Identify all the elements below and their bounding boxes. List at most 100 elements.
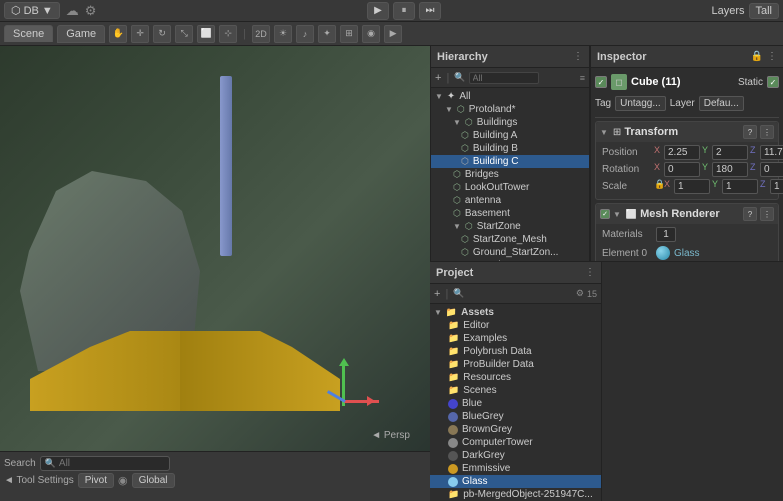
audio-toggle[interactable]: ♪ xyxy=(296,25,314,43)
obj-type-icon: ◻ xyxy=(611,74,627,90)
materials-count-input[interactable] xyxy=(656,227,676,242)
project-settings-icon[interactable]: ⚙ xyxy=(576,288,584,299)
project-toolbar: + | 🔍 ⚙ 15 xyxy=(430,284,601,304)
project-emmissive[interactable]: Emmissive xyxy=(430,462,601,475)
play-button[interactable]: ▶ xyxy=(367,2,389,20)
mesh-renderer-menu-btn[interactable]: ⋮ xyxy=(760,207,774,221)
pivot-dropdown[interactable]: Pivot xyxy=(78,473,114,488)
rotate-tool[interactable]: ↻ xyxy=(153,25,171,43)
tree-item-startzone[interactable]: ▼ ⬡ StartZone xyxy=(431,220,589,233)
rot-y-input[interactable] xyxy=(712,162,748,177)
project-browngrey[interactable]: BrownGrey xyxy=(430,423,601,436)
transform-header[interactable]: ▼ ⊞ Transform ? ⋮ xyxy=(596,122,778,142)
tab-game[interactable]: Game xyxy=(57,25,105,43)
tree-item-basement[interactable]: ⬡ Basement xyxy=(431,207,589,220)
project-assets-root[interactable]: ▼ 📁 Assets xyxy=(430,306,601,319)
fx-toggle[interactable]: ✦ xyxy=(318,25,336,43)
transform-tool[interactable]: ⊹ xyxy=(219,25,237,43)
project-resources[interactable]: 📁 Resources xyxy=(430,371,601,384)
step-button[interactable]: ⏭ xyxy=(419,2,441,20)
tree-item-protoland[interactable]: ▼ ⬡ Protoland* xyxy=(431,103,589,116)
settings-icon: ⚙ xyxy=(85,3,97,19)
top-right-row: Hierarchy ⋮ + | 🔍 ≡ ▼ ✦ xyxy=(430,46,783,261)
scale-tool[interactable]: ⤡ xyxy=(175,25,193,43)
project-glass[interactable]: Glass xyxy=(430,475,601,488)
material-element-row: Element 0 Glass xyxy=(602,244,772,261)
2d-toggle[interactable]: 2D xyxy=(252,25,270,43)
project-probuilder[interactable]: 📁 ProBuilder Data xyxy=(430,358,601,371)
mesh-renderer-enabled[interactable]: ✓ xyxy=(600,209,610,219)
hand-tool[interactable]: ✋ xyxy=(109,25,127,43)
obj-enabled-checkbox[interactable]: ✓ xyxy=(595,76,607,88)
project-search-icon[interactable]: 🔍 xyxy=(453,288,464,299)
layers-section: Layers Tall xyxy=(711,3,779,19)
rot-z-input[interactable] xyxy=(760,162,783,177)
sy-label: Y xyxy=(712,179,720,194)
project-scenes[interactable]: 📁 Scenes xyxy=(430,384,601,397)
transform-menu-btn[interactable]: ⋮ xyxy=(760,125,774,139)
mesh-renderer-info-btn[interactable]: ? xyxy=(743,207,757,221)
project-blue[interactable]: Blue xyxy=(430,397,601,410)
project-menu-icon[interactable]: ⋮ xyxy=(585,267,595,278)
scene-canvas[interactable]: ◄ Persp xyxy=(0,46,430,451)
project-pb-merged[interactable]: 📁 pb-MergedObject-251947C... xyxy=(430,488,601,501)
cloud-icon: ☁ xyxy=(66,3,79,19)
tab-scene[interactable]: Scene xyxy=(4,25,53,42)
project-polybrush[interactable]: 📁 Polybrush Data xyxy=(430,345,601,358)
hierarchy-panel: Hierarchy ⋮ + | 🔍 ≡ ▼ ✦ xyxy=(430,46,590,261)
hierarchy-search-input[interactable] xyxy=(469,72,539,84)
global-dropdown[interactable]: Global xyxy=(132,473,175,488)
scale-x-input[interactable] xyxy=(674,179,710,194)
project-computertower[interactable]: ComputerTower xyxy=(430,436,601,449)
tree-item-building-b[interactable]: ⬡ Building B xyxy=(431,142,589,155)
static-checkbox[interactable]: ✓ xyxy=(767,76,779,88)
pos-x-input[interactable] xyxy=(664,145,700,160)
light-toggle[interactable]: ☀ xyxy=(274,25,292,43)
hierarchy-add-icon[interactable]: + xyxy=(435,72,441,84)
project-bluegrey[interactable]: BlueGrey xyxy=(430,410,601,423)
tree-item-building-a[interactable]: ⬡ Building A xyxy=(431,129,589,142)
z-label: Z xyxy=(750,145,758,160)
more-toggle[interactable]: ▶ xyxy=(384,25,402,43)
tree-item-startzone-mesh[interactable]: ⬡ StartZone_Mesh xyxy=(431,233,589,246)
layer-dropdown[interactable]: Defau... xyxy=(699,96,744,111)
tree-item-lookout[interactable]: ⬡ LookOutTower xyxy=(431,181,589,194)
tree-item-all[interactable]: ▼ ✦ All xyxy=(431,90,589,103)
rot-x-input[interactable] xyxy=(664,162,700,177)
tree-item-ground-start[interactable]: ⬡ Ground_StartZon... xyxy=(431,246,589,259)
top-toolbar: ⬡ DB ▼ ☁ ⚙ ▶ ⏸ ⏭ Layers Tall xyxy=(0,0,783,22)
pause-button[interactable]: ⏸ xyxy=(393,2,415,20)
inspector-menu-icon[interactable]: ⋮ xyxy=(767,51,777,62)
layers-label: Layers xyxy=(711,5,744,17)
hierarchy-search-icon[interactable]: 🔍 xyxy=(454,72,465,83)
project-examples[interactable]: 📁 Examples xyxy=(430,332,601,345)
grid-toggle[interactable]: ⊞ xyxy=(340,25,358,43)
db-button[interactable]: ⬡ DB ▼ xyxy=(4,2,60,19)
mesh-renderer-header[interactable]: ✓ ▼ ⬜ Mesh Renderer ? ⋮ xyxy=(596,204,778,224)
hierarchy-collapse-icon[interactable]: ≡ xyxy=(580,73,585,83)
project-darkgrey[interactable]: DarkGrey xyxy=(430,449,601,462)
tree-item-building-c[interactable]: ⬡ Building C xyxy=(431,155,589,168)
tree-item-antenna[interactable]: ⬡ antenna xyxy=(431,194,589,207)
transform-info-btn[interactable]: ? xyxy=(743,125,757,139)
dropdown-arrow-db: ▼ xyxy=(42,5,53,17)
project-add-icon[interactable]: + xyxy=(434,288,440,300)
move-tool[interactable]: ✛ xyxy=(131,25,149,43)
layers-dropdown[interactable]: Tall xyxy=(749,3,780,19)
pos-y-input[interactable] xyxy=(712,145,748,160)
scale-z-input[interactable] xyxy=(770,179,783,194)
pos-z-input[interactable] xyxy=(760,145,783,160)
search-icon: 🔍 xyxy=(45,458,56,469)
tag-dropdown[interactable]: Untagg... xyxy=(615,96,666,111)
inspector-lock-icon[interactable]: 🔒 xyxy=(751,51,763,62)
material-name[interactable]: Glass xyxy=(674,248,700,259)
project-editor[interactable]: 📁 Editor xyxy=(430,319,601,332)
search-input[interactable] xyxy=(59,458,159,469)
tree-item-buildings[interactable]: ▼ ⬡ Buildings xyxy=(431,116,589,129)
rect-tool[interactable]: ⬜ xyxy=(197,25,215,43)
gizmos-toggle[interactable]: ◉ xyxy=(362,25,380,43)
tool-settings-label: ◄ Tool Settings xyxy=(4,475,74,486)
hierarchy-menu-icon[interactable]: ⋮ xyxy=(573,51,583,62)
tree-item-bridges[interactable]: ⬡ Bridges xyxy=(431,168,589,181)
scale-y-input[interactable] xyxy=(722,179,758,194)
